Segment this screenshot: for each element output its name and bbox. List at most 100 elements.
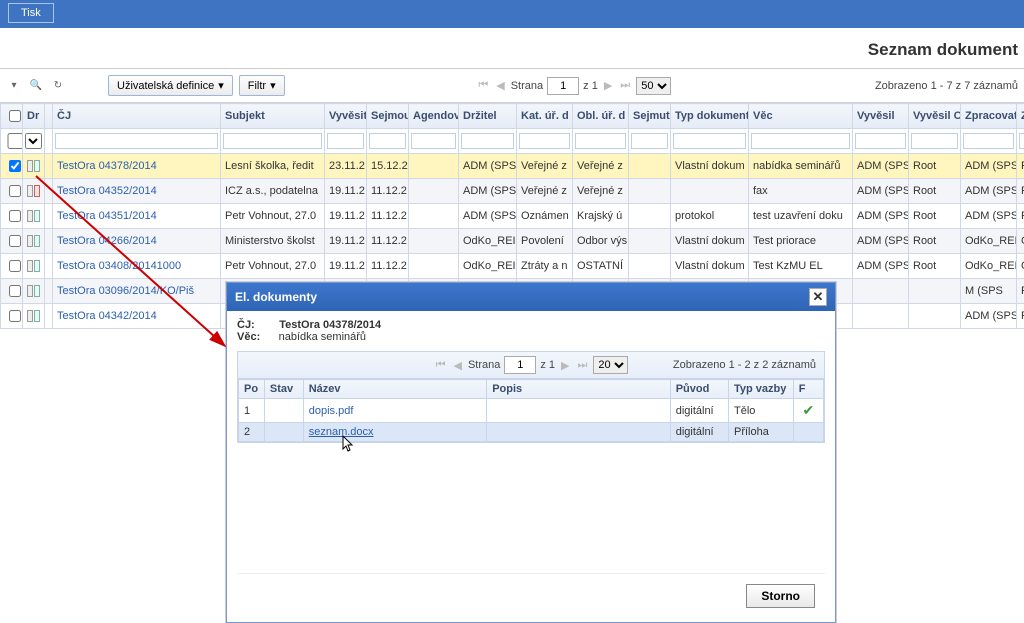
filter-input[interactable] (461, 133, 514, 149)
list-item[interactable]: 2seznam.docxdigitálníPříloha (239, 423, 824, 442)
dropdown-icon[interactable]: ▾ (6, 78, 22, 94)
column-header[interactable]: Vyvěsil (853, 104, 909, 129)
attachment-icon (34, 285, 40, 297)
column-header[interactable]: Vyvěsit (325, 104, 367, 129)
filter-input[interactable] (327, 133, 364, 149)
attachment-icon (34, 235, 40, 247)
pager-page-input[interactable] (547, 77, 579, 95)
pager-of-label: z 1 (583, 80, 598, 92)
column-header[interactable]: Vyvěsil O. (909, 104, 961, 129)
attachment-icon (34, 210, 40, 222)
cj-link[interactable]: TestOra 04266/2014 (57, 235, 157, 247)
pager-first-icon[interactable]: ⏮ (434, 359, 448, 372)
filter-input[interactable] (911, 133, 958, 149)
pager-prev-icon[interactable]: ◀ (494, 79, 506, 92)
chevron-down-icon: ▾ (270, 79, 276, 92)
column-header[interactable]: Dr (23, 104, 45, 129)
filter-input[interactable] (673, 133, 746, 149)
column-header[interactable]: Sejmut (629, 104, 671, 129)
doc-icon (27, 160, 33, 172)
column-header[interactable]: Typ vazby (728, 380, 793, 399)
table-row[interactable]: TestOra 04352/2014ICZ a.s., podatelna19.… (1, 179, 1024, 204)
cj-link[interactable]: TestOra 04352/2014 (57, 185, 157, 197)
column-header[interactable]: Držitel (459, 104, 517, 129)
storno-button[interactable]: Storno (746, 584, 815, 608)
column-header[interactable]: Typ dokument (671, 104, 749, 129)
filter-input[interactable] (55, 133, 218, 149)
pager-strana-label: Strana (511, 80, 543, 92)
doc-icon (27, 310, 33, 322)
column-header[interactable]: Kat. úř. d (517, 104, 573, 129)
userdef-dropdown[interactable]: Uživatelská definice▾ (108, 75, 233, 96)
topbar: Tisk (0, 0, 1024, 28)
print-button[interactable]: Tisk (8, 3, 54, 23)
column-header[interactable]: Popis (487, 380, 670, 399)
file-link[interactable]: dopis.pdf (309, 405, 354, 417)
column-header[interactable]: Agendové (409, 104, 459, 129)
doc-icon (27, 260, 33, 272)
filter-input[interactable] (631, 133, 668, 149)
cj-link[interactable]: TestOra 04351/2014 (57, 210, 157, 222)
column-header[interactable]: Obl. úř. d (573, 104, 629, 129)
doc-icon (27, 210, 33, 222)
dialog-pager-pagesize-select[interactable]: 20 (593, 356, 628, 374)
page-title: Seznam dokument (0, 28, 1024, 69)
refresh-icon[interactable]: ↻ (50, 78, 66, 94)
records-info: Zobrazeno 1 - 7 z 7 záznamů (875, 80, 1018, 92)
pager-next-icon[interactable]: ▶ (602, 79, 614, 92)
column-header[interactable]: Původ (670, 380, 728, 399)
doc-icon (27, 235, 33, 247)
column-header[interactable]: F (793, 380, 823, 399)
list-item[interactable]: 1dopis.pdfdigitálníTělo✔ (239, 399, 824, 423)
pager-next-icon[interactable]: ▶ (559, 359, 571, 372)
attachment-icon (34, 160, 40, 172)
table-row[interactable]: TestOra 04266/2014Ministerstvo školst19.… (1, 229, 1024, 254)
column-header[interactable]: Název (303, 380, 486, 399)
filter-input[interactable] (369, 133, 406, 149)
filter-input[interactable] (575, 133, 626, 149)
dialog-title: El. dokumenty (235, 290, 317, 304)
cj-link[interactable]: TestOra 03096/2014/KO/Piš (57, 285, 194, 297)
column-header[interactable]: Zpracova (1017, 104, 1024, 129)
file-link[interactable]: seznam.docx (309, 426, 374, 438)
column-header[interactable] (1, 104, 23, 129)
pager-pagesize-select[interactable]: 50 (636, 77, 671, 95)
table-row[interactable]: TestOra 04351/2014Petr Vohnout, 27.019.1… (1, 204, 1024, 229)
pager-prev-icon[interactable]: ◀ (451, 359, 463, 372)
check-icon: ✔ (799, 402, 818, 419)
dialog-pager: ⏮ ◀ Strana z 1 ▶ ⏭ 20 (434, 356, 629, 374)
filter-dropdown[interactable]: Filtr▾ (239, 75, 285, 96)
column-header[interactable] (45, 104, 53, 129)
column-header[interactable]: Subjekt (221, 104, 325, 129)
column-header[interactable]: Stav (264, 380, 303, 399)
pager-last-icon[interactable]: ⏭ (618, 79, 632, 92)
dialog-pager-page-input[interactable] (504, 356, 536, 374)
pager-first-icon[interactable]: ⏮ (476, 79, 490, 92)
search-icon[interactable]: 🔍 (28, 78, 44, 94)
table-row[interactable]: TestOra 03408/20141000Petr Vohnout, 27.0… (1, 254, 1024, 279)
cj-link[interactable]: TestOra 03408/20141000 (57, 260, 181, 272)
chevron-down-icon: ▾ (218, 79, 224, 92)
column-header[interactable]: Sejmou (367, 104, 409, 129)
cj-link[interactable]: TestOra 04342/2014 (57, 310, 157, 322)
filter-input[interactable] (519, 133, 570, 149)
column-header[interactable]: Zpracovat (961, 104, 1017, 129)
filter-input[interactable] (1019, 133, 1024, 149)
select-all-checkbox[interactable] (9, 110, 21, 122)
pager-last-icon[interactable]: ⏭ (576, 359, 590, 372)
filter-input[interactable] (411, 133, 456, 149)
column-header[interactable]: Věc (749, 104, 853, 129)
filter-input[interactable] (223, 133, 322, 149)
close-icon[interactable]: ✕ (809, 288, 827, 306)
column-header[interactable]: Po (239, 380, 265, 399)
dialog-footer: Storno (237, 573, 825, 618)
el-dokumenty-dialog: El. dokumenty ✕ ČJ: TestOra 04378/2014 V… (226, 282, 836, 623)
filter-input[interactable] (963, 133, 1014, 149)
filter-input[interactable] (855, 133, 906, 149)
doc-icon (27, 185, 33, 197)
table-row[interactable]: TestOra 04378/2014Lesní školka, ředit23.… (1, 154, 1024, 179)
filter-input[interactable] (751, 133, 850, 149)
toolbar: ▾ 🔍 ↻ Uživatelská definice▾ Filtr▾ ⏮ ◀ S… (0, 69, 1024, 103)
column-header[interactable]: ČJ (53, 104, 221, 129)
cj-link[interactable]: TestOra 04378/2014 (57, 160, 157, 172)
